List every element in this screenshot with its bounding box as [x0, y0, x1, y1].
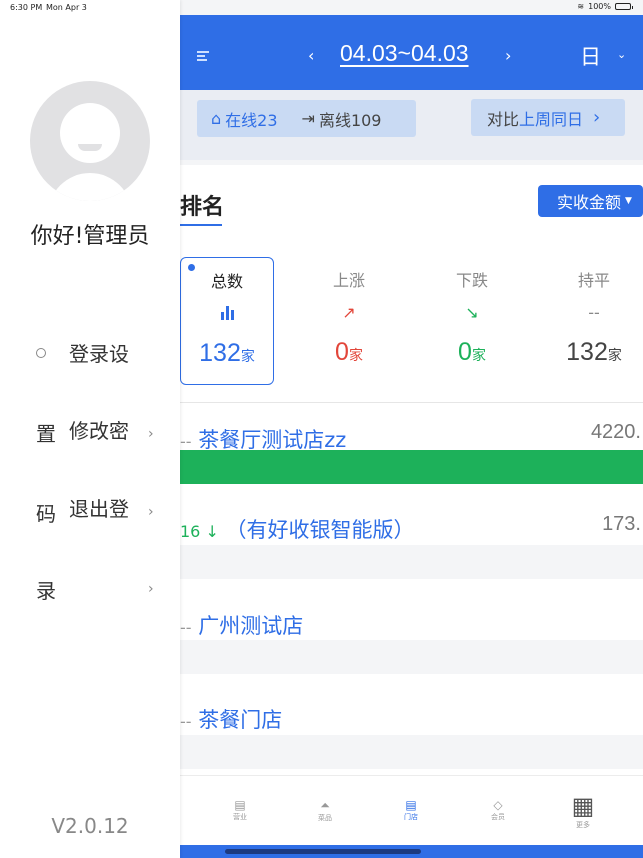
chevron-down-icon[interactable]: ⌄	[617, 48, 626, 61]
battery-percent: 100%	[588, 2, 611, 11]
home-indicator-area	[180, 845, 643, 858]
store-bar	[180, 640, 643, 674]
chevron-right-icon: ›	[148, 426, 154, 442]
stat-label: 持平	[577, 271, 610, 290]
menu-logout[interactable]: 退出登	[69, 493, 129, 522]
tab-label: 更多	[576, 821, 590, 829]
metric-select[interactable]: 实收金额 ▼	[538, 185, 643, 217]
menu-wrap-text: 码	[36, 502, 56, 526]
store-value: 173.	[602, 513, 641, 535]
flat-dash: --	[588, 303, 600, 322]
stat-label: 总数	[210, 272, 243, 291]
greeting: 你好!管理员	[30, 224, 150, 249]
battery-icon	[615, 3, 633, 10]
gear-icon	[36, 348, 46, 358]
stat-value: 0家	[335, 338, 363, 366]
bar-chart-icon	[181, 304, 273, 334]
store-icon: ⌂	[211, 109, 222, 128]
stat-down[interactable]: 下跌 ↘ 0家	[425, 257, 519, 385]
selected-dot	[188, 264, 195, 271]
store-bar	[180, 545, 643, 579]
tab-label: 会员	[491, 813, 505, 821]
avatar[interactable]	[30, 81, 150, 201]
status-row: ⌂ 在线23 ⇥ 离线109 对比 上周同日 ›	[180, 90, 643, 160]
status-right: ≋ 100%	[577, 2, 633, 11]
store-row[interactable]: 16 ↓ （有好收银智能版） 173.	[180, 510, 643, 582]
compare-button[interactable]: 对比 上周同日 ›	[471, 99, 625, 136]
stat-value: 132家	[566, 338, 622, 366]
grid-icon: ▦	[571, 792, 595, 820]
stat-label: 下跌	[455, 271, 488, 290]
store-value: 4220.	[590, 421, 641, 443]
menu-login-settings[interactable]: 登录设	[69, 338, 129, 367]
status-date: Mon Apr 3	[46, 3, 87, 12]
status-time: 6:30 PM	[10, 3, 43, 12]
side-drawer: 你好!管理员 登录设 置 修改密 › 码 退出登 › 录 › V2.0.12	[0, 0, 180, 858]
menu-icon[interactable]	[197, 51, 209, 61]
avatar-body	[48, 173, 132, 201]
tab-stores[interactable]: ▤ 门店	[391, 798, 431, 822]
divider	[180, 402, 643, 403]
stat-value: 0家	[458, 338, 486, 366]
tab-label: 营业	[233, 813, 247, 821]
stat-total[interactable]: 总数 132家	[180, 257, 274, 385]
store-bar	[180, 735, 643, 769]
store-row[interactable]: -- 茶餐门店	[180, 700, 643, 772]
trend-up-icon: ↗	[342, 303, 356, 322]
menu-wrap-text: 置	[36, 422, 56, 446]
tab-members[interactable]: ◇ 会员	[478, 798, 518, 822]
ranking-title: 排名	[180, 195, 225, 220]
store-row[interactable]: -- 茶餐厅测试店zz 4220.	[180, 418, 643, 490]
tab-bar: ▤ 营业 ⏶ 菜品 ▤ 门店 ◇ 会员 ▦ 更多	[180, 775, 643, 845]
online-count: 在线23	[225, 110, 278, 130]
date-range[interactable]: 04.03~04.03	[340, 40, 469, 67]
wifi-icon: ≋	[577, 2, 585, 11]
ranking-card: 排名 实收金额 ▼ 总数 132家 上涨 ↗ 0家 下跌 ↘ 0家 持平 -- …	[180, 165, 643, 775]
trend-down-icon: ↘	[465, 303, 479, 322]
chevron-right-icon: ›	[148, 581, 154, 597]
prev-date-button[interactable]: ‹	[308, 46, 314, 65]
header: ‹ 04.03~04.03 › 日 ⌄	[180, 15, 643, 90]
ranking-title-underline	[180, 224, 222, 226]
metric-label: 实收金额	[557, 193, 622, 212]
shop-icon: ▤	[405, 798, 417, 812]
store-name: 16 ↓ （有好收银智能版）	[180, 518, 415, 542]
chevron-right-icon: ›	[148, 504, 154, 520]
tab-more[interactable]: ▦ 更多	[563, 792, 603, 830]
compare-period: 上周同日	[519, 109, 584, 129]
stat-value: 132家	[199, 339, 255, 367]
offline-count: 离线109	[318, 110, 382, 130]
tab-business[interactable]: ▤ 营业	[220, 798, 260, 822]
diamond-icon: ◇	[493, 798, 503, 812]
stat-label: 上涨	[332, 271, 365, 290]
dish-icon: ⏶	[320, 798, 330, 812]
store-name: -- 广州测试店	[180, 614, 304, 638]
menu-change-password[interactable]: 修改密	[69, 415, 129, 444]
store-icon: ▤	[234, 798, 246, 812]
caret-down-icon: ▼	[625, 196, 632, 206]
online-status-pill[interactable]: ⌂ 在线23 ⇥ 离线109	[197, 100, 416, 137]
store-name: -- 茶餐门店	[180, 708, 283, 732]
status-bar: 6:30 PM Mon Apr 3 ≋ 100%	[0, 0, 643, 16]
period-select[interactable]: 日	[580, 41, 601, 71]
stat-up[interactable]: 上涨 ↗ 0家	[302, 257, 396, 385]
menu-wrap-text: 录	[36, 579, 56, 603]
store-bar	[180, 450, 643, 484]
compare-prefix: 对比	[487, 109, 520, 129]
logout-icon: ⇥	[301, 109, 315, 128]
online-segment[interactable]: ⌂ 在线23	[211, 107, 278, 131]
tab-label: 门店	[404, 813, 418, 821]
chevron-right-icon: ›	[593, 107, 601, 128]
tab-label: 菜品	[318, 814, 332, 822]
home-indicator[interactable]	[225, 849, 421, 854]
stat-flat[interactable]: 持平 -- 132家	[547, 257, 641, 385]
avatar-smile	[78, 144, 102, 151]
avatar-head	[60, 103, 120, 163]
next-date-button[interactable]: ›	[505, 46, 511, 65]
main-panel: ‹ 04.03~04.03 › 日 ⌄ ⌂ 在线23 ⇥ 离线109 对比 上周…	[180, 0, 643, 858]
app-version: V2.0.12	[51, 814, 129, 838]
offline-segment[interactable]: ⇥ 离线109	[302, 107, 382, 131]
store-row[interactable]: -- 广州测试店	[180, 605, 643, 677]
tab-dishes[interactable]: ⏶ 菜品	[305, 798, 345, 823]
